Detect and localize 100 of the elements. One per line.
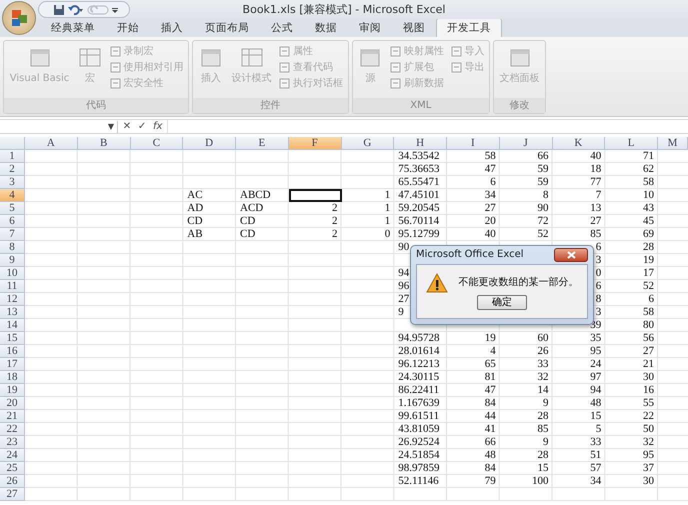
table-cell: 95	[590, 345, 602, 357]
table-cell: 43.81059	[398, 423, 440, 435]
enter-button[interactable]: ✓	[136, 120, 148, 134]
column-header[interactable]: J	[500, 137, 552, 150]
column-header[interactable]: A	[25, 137, 78, 150]
table-cell: 72	[538, 215, 548, 227]
row-header[interactable]: 20	[0, 397, 25, 410]
row-header[interactable]: 12	[0, 293, 25, 306]
row-header[interactable]: 15	[0, 332, 25, 345]
table-cell: CD	[240, 228, 256, 240]
cancel-button[interactable]: ✕	[120, 120, 134, 134]
table-cell: 22	[643, 410, 654, 422]
row-header[interactable]: 18	[0, 371, 25, 384]
ribbon-tab[interactable]: 视图	[392, 18, 436, 37]
table-cell: 0	[596, 267, 602, 279]
column-header[interactable]: B	[78, 137, 130, 150]
save-icon[interactable]	[53, 4, 65, 16]
ok-button[interactable]: 确定	[477, 295, 527, 310]
row-header[interactable]: 26	[0, 475, 25, 488]
row-header[interactable]: 24	[0, 449, 25, 462]
row-header[interactable]: 2	[0, 163, 25, 176]
row-header[interactable]: 7	[0, 228, 25, 241]
table-cell: 0	[384, 228, 390, 240]
table-cell: 13	[590, 202, 602, 214]
table-cell: 3	[596, 306, 602, 318]
table-cell: 9	[543, 397, 548, 409]
row-header[interactable]: 27	[0, 488, 25, 501]
table-cell: 30	[643, 371, 654, 383]
row-header[interactable]: 3	[0, 176, 25, 189]
row-header[interactable]: 13	[0, 306, 25, 319]
column-header[interactable]: D	[183, 137, 236, 150]
column-header[interactable]: K	[552, 137, 606, 150]
ribbon-tab[interactable]: 页面布局	[194, 18, 260, 37]
table-cell: 27	[484, 202, 496, 214]
office-button[interactable]	[2, 1, 36, 35]
ribbon-tab[interactable]: 公式	[260, 18, 304, 37]
ribbon-tab[interactable]: 审阅	[348, 18, 392, 37]
ribbon-tab[interactable]: 开始	[106, 18, 150, 37]
row-header[interactable]: 23	[0, 436, 25, 449]
table-cell: 17	[643, 267, 654, 279]
column-header[interactable]: I	[447, 137, 500, 150]
row-header[interactable]: 8	[0, 241, 25, 254]
table-cell: 55	[643, 397, 654, 409]
table-cell: 56	[643, 332, 654, 344]
table-cell: 28	[643, 241, 654, 253]
row-header[interactable]: 1	[0, 150, 25, 163]
table-cell: 34	[484, 189, 496, 201]
column-header[interactable]: F	[288, 137, 342, 150]
table-cell: 24.51854	[398, 449, 440, 461]
column-header[interactable]: H	[394, 137, 447, 150]
table-cell: 62	[643, 163, 654, 175]
row-header[interactable]: 22	[0, 423, 25, 436]
ribbon-tab[interactable]: 插入	[150, 18, 194, 37]
row-header[interactable]: 21	[0, 410, 25, 423]
table-cell: 2	[332, 228, 338, 240]
row-header[interactable]: 16	[0, 345, 25, 358]
table-cell: 65	[484, 358, 496, 370]
table-cell: 2	[332, 215, 338, 227]
table-cell: 81	[484, 371, 496, 383]
square-icon	[279, 78, 290, 90]
table-cell: 26	[538, 345, 548, 357]
ribbon-tab[interactable]: 数据	[304, 18, 348, 37]
column-header[interactable]: G	[342, 137, 394, 150]
name-box-dropdown[interactable]: ▼	[108, 120, 114, 132]
close-button[interactable]	[554, 248, 588, 262]
name-box[interactable]: ▼	[0, 120, 118, 132]
row-header[interactable]: 14	[0, 319, 25, 332]
column-header[interactable]: C	[130, 137, 184, 150]
ribbon-tab[interactable]: 经典菜单	[40, 18, 106, 37]
insert-function-button[interactable]: fx	[151, 120, 164, 134]
active-cell[interactable]	[288, 189, 342, 202]
table-cell: 80	[643, 319, 654, 331]
row-header[interactable]: 4	[0, 189, 25, 202]
row-header[interactable]: 11	[0, 280, 25, 293]
column-header[interactable]: E	[236, 137, 289, 150]
column-header[interactable]: M	[658, 137, 688, 150]
table-cell: AB	[187, 228, 203, 240]
table-cell: 94.95728	[398, 332, 440, 344]
table-cell: 10	[643, 189, 654, 201]
table-cell: AD	[187, 202, 204, 214]
ribbon-tab[interactable]: 开发工具	[436, 18, 502, 37]
square-icon	[110, 46, 121, 58]
table-cell: 51	[590, 449, 602, 461]
table-cell: 1	[384, 189, 390, 201]
row-header[interactable]: 5	[0, 202, 25, 215]
table-cell: 34	[590, 475, 602, 487]
row-header[interactable]: 10	[0, 267, 25, 280]
row-header[interactable]: 19	[0, 384, 25, 397]
square-icon	[450, 62, 462, 74]
table-cell: 16	[643, 384, 654, 396]
undo-icon[interactable]	[68, 4, 84, 16]
row-header[interactable]: 25	[0, 462, 25, 475]
table-cell: 71	[643, 150, 654, 162]
row-header[interactable]: 17	[0, 358, 25, 371]
table-cell: 28	[538, 449, 548, 461]
table-cell: 47	[484, 163, 496, 175]
column-header[interactable]: L	[605, 137, 658, 150]
row-header[interactable]: 9	[0, 254, 25, 267]
row-header[interactable]: 6	[0, 215, 25, 228]
table-cell: 84	[484, 397, 496, 409]
